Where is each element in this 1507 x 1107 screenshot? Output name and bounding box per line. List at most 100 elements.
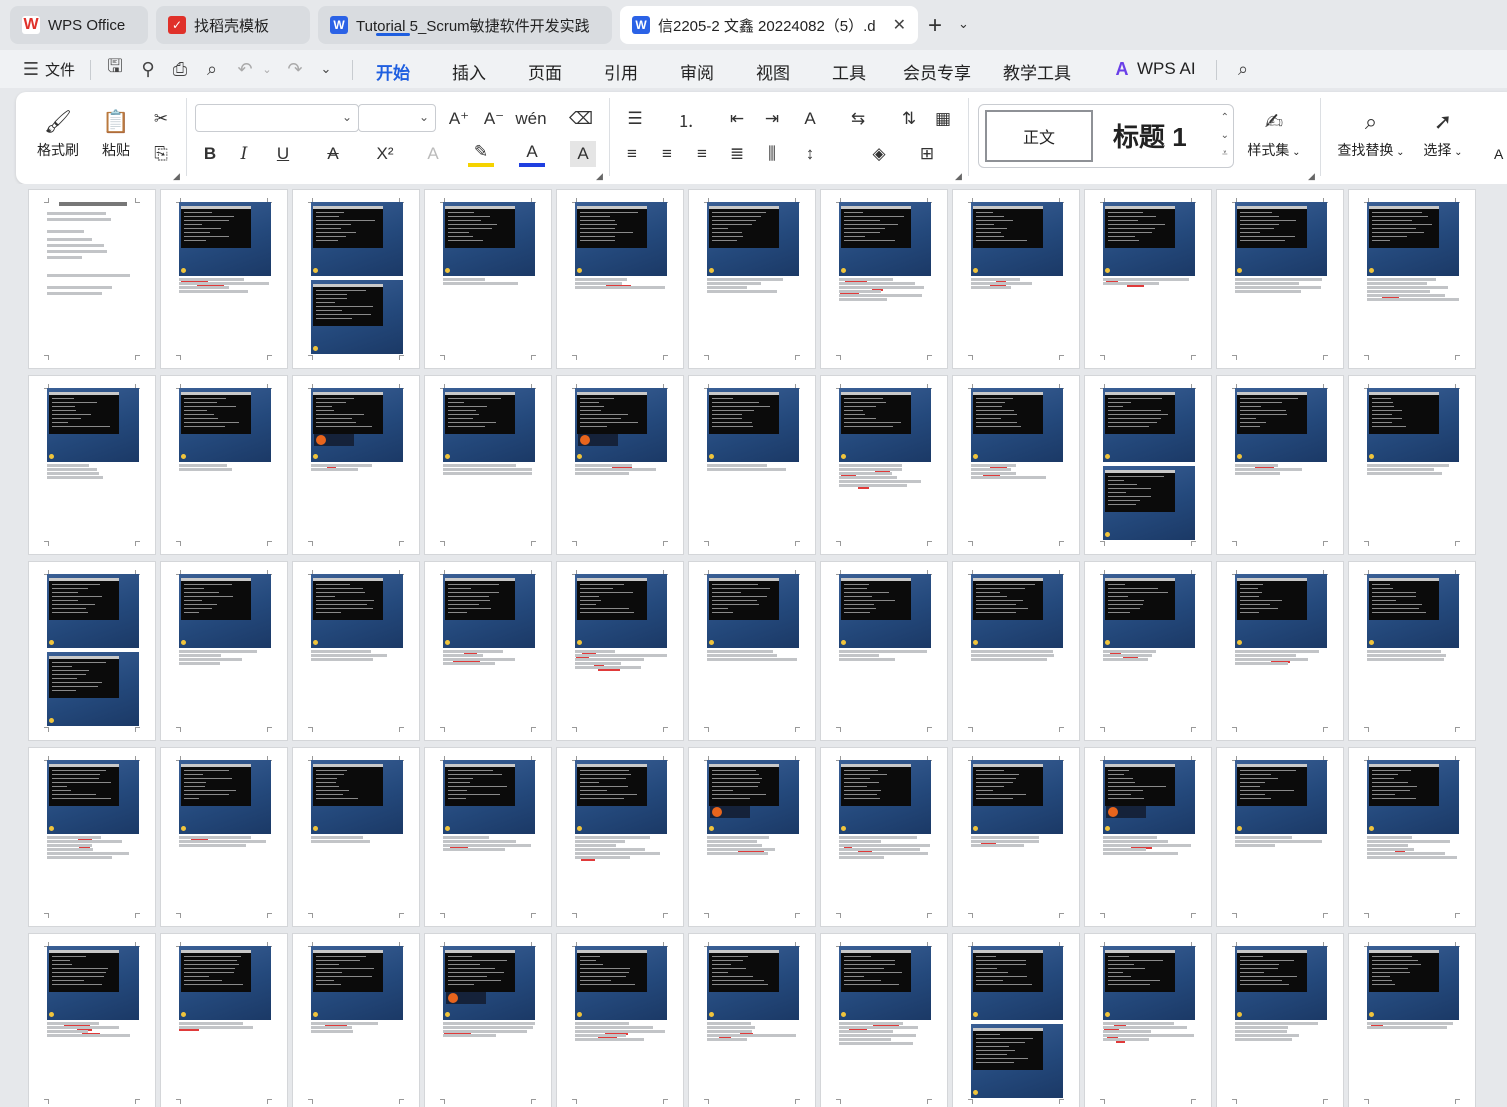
increase-indent-icon[interactable]: ⇥ [759, 106, 785, 132]
increase-font-size-icon[interactable]: A⁺ [446, 106, 472, 132]
font-name-combo[interactable]: ⌄ [195, 104, 359, 132]
tab-wps-office[interactable]: W WPS Office [10, 6, 148, 44]
format-painter-button[interactable]: 🖌 格式刷 [34, 104, 82, 160]
page-thumbnail[interactable] [160, 561, 288, 741]
save-icon[interactable]: 🖫 [104, 56, 126, 80]
page-thumbnail[interactable] [688, 933, 816, 1107]
page-thumbnail[interactable] [820, 561, 948, 741]
italic-icon[interactable]: I [231, 141, 257, 167]
line-break-icon[interactable]: ⇆ [845, 106, 871, 132]
close-icon[interactable]: ✕ [885, 15, 906, 35]
strikethrough-icon[interactable]: A [320, 141, 346, 167]
page-thumbnail[interactable] [28, 561, 156, 741]
page-thumbnail[interactable] [820, 189, 948, 369]
shading-icon[interactable]: ◈ [866, 141, 892, 167]
style-heading-1[interactable]: 标题 1 [1113, 117, 1187, 154]
numbered-list-icon[interactable]: ⒈ [673, 106, 699, 132]
menu-wps-ai[interactable]: WPS AI [1137, 59, 1196, 79]
page-thumbnail[interactable] [160, 933, 288, 1107]
page-thumbnail[interactable] [160, 747, 288, 927]
chevron-down-icon[interactable]: ⌄ [256, 58, 278, 80]
page-thumbnail[interactable] [1348, 189, 1476, 369]
page-thumbnail[interactable] [1216, 375, 1344, 555]
clear-format-icon[interactable]: ⌫ [568, 106, 594, 132]
tab-docer[interactable]: ✓ 找稻壳模板 [156, 6, 310, 44]
find-replace-button[interactable]: ⌕ 查找替换 ⌄ [1334, 104, 1408, 160]
page-thumbnail[interactable] [952, 189, 1080, 369]
menu-teaching-tools[interactable]: 教学工具 [1003, 59, 1071, 84]
page-thumbnail[interactable] [688, 375, 816, 555]
page-thumbnail[interactable] [952, 561, 1080, 741]
page-thumbnail[interactable] [1348, 561, 1476, 741]
share-link-icon[interactable]: ⚲ [137, 58, 159, 80]
decrease-indent-icon[interactable]: ⇤ [724, 106, 750, 132]
redo-icon[interactable]: ↷ [284, 58, 306, 80]
page-thumbnail[interactable] [688, 189, 816, 369]
decrease-font-size-icon[interactable]: A⁻ [481, 106, 507, 132]
page-thumbnail[interactable] [292, 561, 420, 741]
text-direction-icon[interactable]: A [797, 106, 823, 132]
page-thumbnail[interactable] [28, 189, 156, 369]
tab-tutorial-doc[interactable]: W Tutorial 5_Scrum敏捷软件开发实践 [318, 6, 612, 44]
paste-button[interactable]: 📋 粘贴 [92, 104, 140, 160]
menu-tools[interactable]: 工具 [832, 59, 866, 84]
page-thumbnail[interactable] [28, 933, 156, 1107]
copy-icon[interactable]: ⎘ [148, 141, 174, 167]
menu-review[interactable]: 审阅 [680, 59, 714, 84]
page-thumbnail[interactable] [1084, 747, 1212, 927]
bullet-list-icon[interactable]: ☰ [622, 106, 648, 132]
font-color-icon[interactable]: A [519, 141, 545, 167]
line-spacing-icon[interactable]: ↕ [797, 141, 823, 167]
dialog-launcher-icon[interactable]: ◢ [596, 171, 603, 182]
page-thumbnail[interactable] [556, 747, 684, 927]
page-thumbnail[interactable] [1084, 375, 1212, 555]
bold-icon[interactable]: B [197, 141, 223, 167]
text-effect-icon[interactable]: A [420, 141, 446, 167]
justify-icon[interactable]: ≣ [724, 141, 750, 167]
page-thumbnail[interactable] [292, 375, 420, 555]
style-set-button[interactable]: ✍ 样式集 ⌄ [1244, 104, 1304, 160]
char-shading-icon[interactable]: A [570, 141, 596, 167]
style-scroll[interactable]: ⌃ ⌄ ⩡ [1221, 109, 1229, 163]
search-icon[interactable]: ⌕ [1232, 58, 1254, 80]
page-thumbnail[interactable] [28, 375, 156, 555]
print-icon[interactable]: ⎙ [169, 58, 191, 80]
page-thumbnail[interactable] [556, 375, 684, 555]
select-button[interactable]: ➚ 选择 ⌄ [1420, 104, 1466, 160]
sort-icon[interactable]: ⇅ [896, 106, 922, 132]
page-thumbnail[interactable] [28, 747, 156, 927]
page-thumbnail[interactable] [1216, 747, 1344, 927]
page-thumbnail[interactable] [424, 933, 552, 1107]
page-thumbnail[interactable] [688, 747, 816, 927]
page-thumbnail[interactable] [688, 561, 816, 741]
page-thumbnail[interactable] [1216, 561, 1344, 741]
page-thumbnail[interactable] [1216, 933, 1344, 1107]
highlight-icon[interactable]: ✎ [468, 141, 494, 167]
menu-member[interactable]: 会员专享 [903, 59, 971, 84]
menu-references[interactable]: 引用 [604, 59, 638, 84]
page-thumbnail[interactable] [160, 375, 288, 555]
page-thumbnail[interactable] [820, 375, 948, 555]
phonetic-guide-icon[interactable]: wén [515, 106, 546, 132]
distribute-icon[interactable]: ⫼ [759, 141, 785, 167]
show-marks-icon[interactable]: ▦ [930, 106, 956, 132]
page-thumbnail[interactable] [292, 189, 420, 369]
page-thumbnail[interactable] [424, 561, 552, 741]
page-thumbnail[interactable] [424, 747, 552, 927]
chevron-down-icon[interactable]: ⌄ [958, 16, 969, 32]
page-thumbnail[interactable] [556, 561, 684, 741]
page-thumbnail[interactable] [952, 933, 1080, 1107]
page-thumbnail[interactable] [1216, 189, 1344, 369]
document-canvas[interactable] [0, 184, 1507, 1107]
underline-icon[interactable]: U [270, 141, 296, 167]
menu-page[interactable]: 页面 [528, 59, 562, 84]
style-normal[interactable]: 正文 [985, 110, 1093, 162]
page-thumbnail[interactable] [292, 747, 420, 927]
menu-home[interactable]: 开始 [376, 59, 410, 84]
page-thumbnail[interactable] [952, 375, 1080, 555]
superscript-icon[interactable]: X² [372, 141, 398, 167]
page-thumbnail[interactable] [1084, 189, 1212, 369]
font-size-combo[interactable]: ⌄ [358, 104, 436, 132]
page-thumbnail[interactable] [424, 189, 552, 369]
page-thumbnail[interactable] [556, 933, 684, 1107]
